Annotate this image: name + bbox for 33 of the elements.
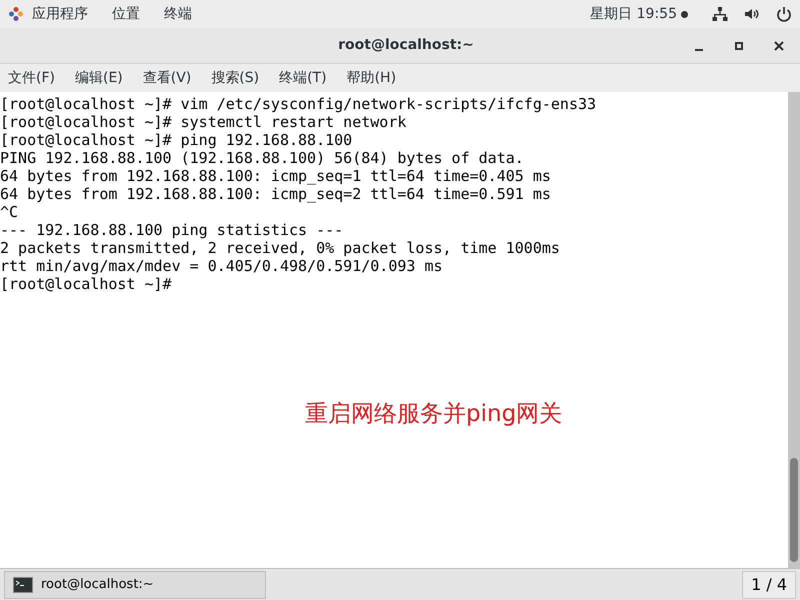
terminal-line: [root@localhost ~]# systemctl restart network: [0, 113, 408, 131]
menu-item[interactable]: 文件(F): [8, 68, 55, 88]
terminal-line: ^C: [0, 203, 20, 221]
terminal-line: [root@localhost ~]# vim /etc/sysconfig/network-scripts/ifcfg-ens33: [0, 95, 598, 113]
panel-menu[interactable]: 位置: [112, 4, 140, 24]
apps-logo-icon[interactable]: [8, 6, 24, 22]
panel-menu[interactable]: 终端: [164, 4, 192, 24]
menu-item[interactable]: 编辑(E): [74, 68, 123, 88]
window-title: root@localhost:~: [338, 36, 474, 55]
volume-icon[interactable]: [744, 6, 760, 22]
terminal-line: 2 packets transmitted, 2 received, 0% packet loss, time 1000ms: [0, 239, 561, 257]
terminal-line: --- 192.168.88.100 ping statistics ---: [0, 221, 344, 239]
menu-item[interactable]: 查看(V): [142, 68, 192, 88]
terminal-line: PING 192.168.88.100 (192.168.88.100) 56(84) bytes of data.: [0, 149, 525, 167]
terminal-line: 64 bytes from 192.168.88.100: icmp_seq=2 ttl=64 time=0.591 ms: [0, 185, 552, 203]
annotation-text: 重启网络服务并ping网关: [305, 400, 562, 429]
scrollbar[interactable]: [788, 92, 800, 568]
notification-dot-icon: [681, 10, 688, 18]
terminal-line: 64 bytes from 192.168.88.100: icmp_seq=1 ttl=64 time=0.405 ms: [0, 167, 552, 185]
menu-item[interactable]: 帮助(H): [346, 68, 396, 88]
terminal-line: [root@localhost ~]#: [0, 275, 173, 293]
terminal-icon: [13, 576, 33, 592]
power-icon[interactable]: [776, 6, 792, 22]
menu-item[interactable]: 搜索(S): [211, 68, 260, 88]
menu-item[interactable]: 终端(T): [279, 68, 327, 88]
terminal-line: rtt min/avg/max/mdev = 0.405/0.498/0.591/0.093 ms: [0, 257, 444, 275]
workspace-switcher[interactable]: 1 / 4: [742, 570, 796, 598]
panel-menu[interactable]: 应用程序: [32, 4, 88, 24]
close-icon[interactable]: [772, 38, 786, 52]
taskbar-window-button[interactable]: root@localhost:~: [4, 570, 266, 598]
clock[interactable]: 星期日 19:55: [590, 4, 677, 24]
terminal-line: [root@localhost ~]# ping 192.168.88.100: [0, 131, 354, 149]
network-icon[interactable]: [712, 6, 728, 22]
